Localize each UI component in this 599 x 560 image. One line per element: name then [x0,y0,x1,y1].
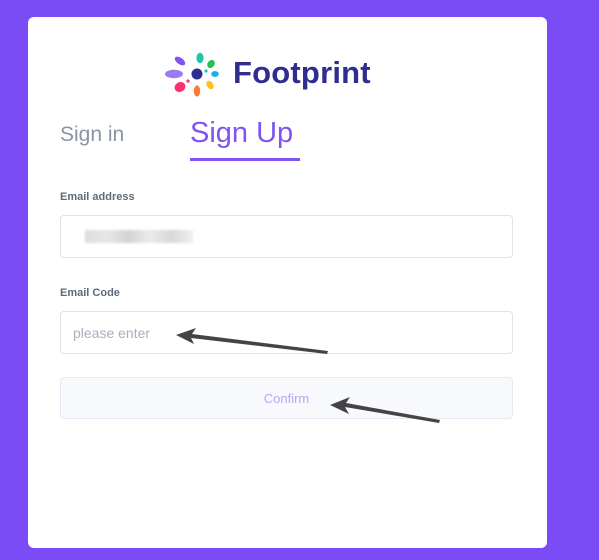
brand-name: Footprint [233,55,371,90]
signup-card: Footprint Sign in Sign Up Email address … [28,17,547,548]
brand-header: Footprint [164,47,371,99]
confirm-button[interactable]: Confirm [60,377,513,419]
flower-logo-icon [165,52,219,97]
email-code-label: Email Code [60,287,120,299]
email-label: Email address [60,191,135,203]
email-field-wrapper [60,215,513,258]
redacted-email-value [85,230,193,243]
tab-sign-up[interactable]: Sign Up [190,117,300,161]
email-code-field[interactable] [61,312,512,353]
tab-sign-in[interactable]: Sign in [60,123,124,147]
email-code-field-wrapper [60,311,513,354]
